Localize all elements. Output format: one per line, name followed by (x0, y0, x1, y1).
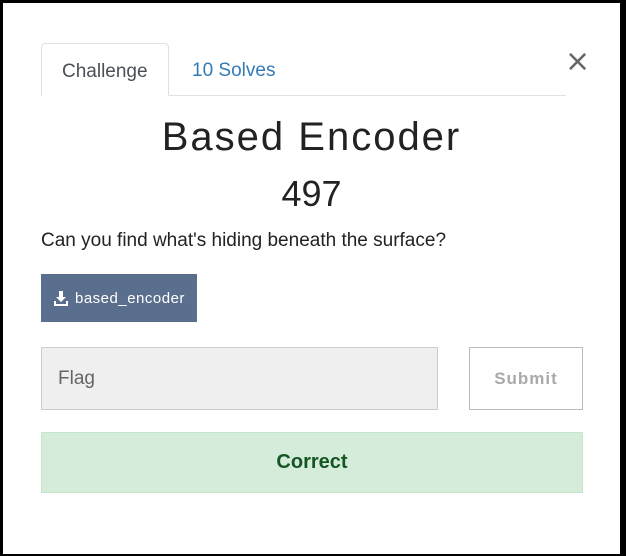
challenge-modal: × Challenge 10 Solves Based Encoder 497 … (3, 3, 620, 554)
flag-input[interactable] (41, 347, 438, 410)
challenge-tabs: Challenge 10 Solves (41, 43, 566, 96)
tab-solves[interactable]: 10 Solves (172, 43, 295, 94)
download-icon (54, 291, 68, 306)
challenge-value: 497 (281, 173, 342, 214)
tab-challenge[interactable]: Challenge (41, 43, 169, 96)
challenge-name: Based Encoder (161, 115, 462, 159)
result-alert: Correct (41, 432, 583, 493)
submit-button[interactable]: Submit (469, 347, 583, 410)
challenge-description: Can you find what's hiding beneath the s… (41, 230, 447, 251)
download-file-label: based_encoder (75, 289, 185, 307)
download-file-button[interactable]: based_encoder (41, 274, 197, 322)
close-icon[interactable]: × (565, 47, 590, 79)
